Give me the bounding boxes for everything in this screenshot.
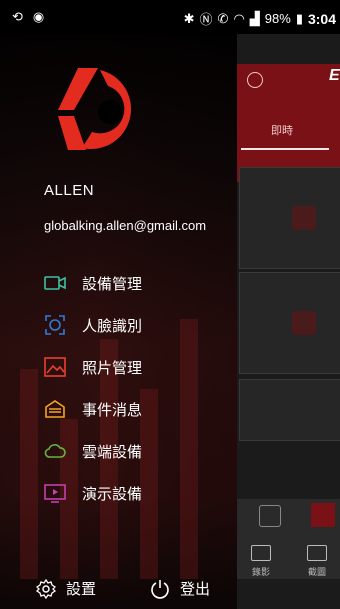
signal-icon: ▟ [249, 10, 260, 26]
wifi-icon: ◠ [233, 10, 245, 26]
menu-item-label: 照片管理 [82, 359, 143, 377]
message-icon [44, 398, 66, 420]
menu-item-label: 演示設備 [82, 485, 143, 503]
menu-item-label: 雲端設備 [82, 443, 143, 461]
bluetooth-icon: ✱ [183, 10, 195, 26]
face-scan-icon [44, 314, 66, 336]
cloud-icon [44, 440, 66, 462]
photo-icon [44, 356, 66, 378]
menu-item-photo-management[interactable]: 照片管理 [44, 346, 234, 388]
camera-tile[interactable] [239, 167, 340, 269]
screenshot-icon [307, 545, 327, 561]
screenshot-button[interactable]: 截圖 [307, 545, 327, 578]
record-button[interactable]: 錄影 [251, 545, 271, 578]
camera-tile[interactable] [239, 272, 340, 374]
record-label: 錄影 [251, 567, 270, 577]
tab-live[interactable]: 即時 [271, 122, 293, 138]
power-icon [150, 579, 170, 599]
camera-thumb [292, 311, 316, 335]
page-one-icon[interactable] [259, 505, 281, 527]
background-app[interactable]: E 即時 錄影 截圖 [237, 34, 340, 609]
status-bar: ⟲ ◉ ✱ Ⓝ ✆ ◠ ▟ 98% ▮ 3:04 [0, 0, 340, 34]
menu-item-face-recognition[interactable]: 人臉識別 [44, 304, 234, 346]
camera-icon [44, 272, 66, 294]
drawer-footer: 設置 登出 [0, 570, 237, 609]
app-logo [58, 68, 132, 150]
tab-underline [241, 148, 329, 150]
background-header: E 即時 [237, 64, 340, 182]
battery-icon: ▮ [295, 10, 303, 26]
record-icon [251, 545, 271, 561]
settings-button[interactable]: 設置 [36, 578, 96, 599]
menu-item-cloud-devices[interactable]: 雲端設備 [44, 430, 234, 472]
call-icon: ✆ [217, 10, 229, 26]
city-silhouette [20, 369, 38, 579]
menu-item-label: 事件消息 [82, 401, 143, 419]
user-name: ALLEN [44, 182, 95, 199]
menu-item-device-management[interactable]: 設備管理 [44, 262, 234, 304]
battery-percent: 98% [264, 11, 291, 26]
menu-item-demo-devices[interactable]: 演示設備 [44, 472, 234, 514]
header-letter: E [329, 67, 340, 84]
menu-item-label: 人臉識別 [82, 317, 143, 335]
camera-thumb [292, 206, 316, 230]
drawer-menu: 設備管理 人臉識別 照片管理 事件消息 雲端設備 演示設備 [44, 262, 234, 514]
menu-item-event-messages[interactable]: 事件消息 [44, 388, 234, 430]
sync-icon: ⟲ [12, 9, 23, 24]
camera-tile[interactable] [239, 379, 340, 441]
logout-label: 登出 [180, 581, 211, 598]
person-icon [247, 72, 263, 88]
screenshot-label: 截圖 [307, 567, 326, 577]
vpn-icon: ◉ [32, 9, 45, 24]
user-email: globalking.allen@gmail.com [44, 218, 207, 233]
gear-icon [36, 578, 56, 599]
logout-button[interactable]: 登出 [150, 578, 210, 599]
layout-icon[interactable] [311, 503, 335, 527]
menu-item-label: 設備管理 [82, 275, 143, 293]
bottom-toolbar: 錄影 截圖 [237, 499, 340, 579]
settings-label: 設置 [66, 581, 97, 598]
demo-play-icon [44, 482, 66, 504]
nfc-icon: Ⓝ [199, 12, 213, 27]
navigation-drawer: ALLEN globalking.allen@gmail.com 設備管理 人臉… [0, 34, 237, 609]
clock: 3:04 [307, 10, 336, 27]
